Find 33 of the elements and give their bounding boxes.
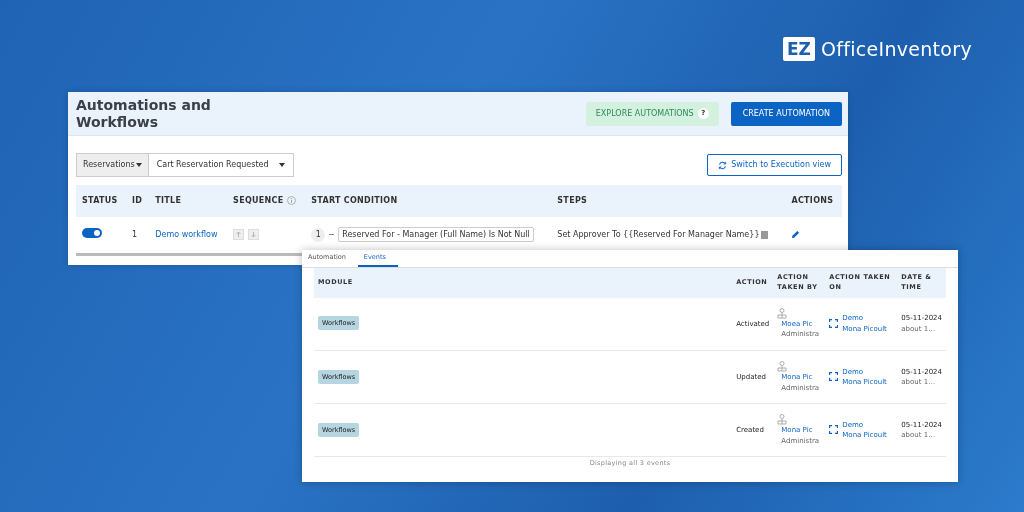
user-icon [777,307,788,319]
column-header: TITLE [149,185,228,217]
column-header: START CONDITION [305,185,552,217]
user-icon [777,361,788,372]
caret-icon [135,163,142,167]
filter-dropdown[interactable]: Reservations [76,153,149,177]
corners-icon [829,319,839,329]
caret-icon [278,163,285,167]
refresh-icon [718,160,728,170]
create-automation-button[interactable]: CREATE AUTOMATION [730,101,842,126]
steps-text: Set Approver To {{Reserved For Manager Name}} [557,230,760,239]
logo-name: OfficeInventory [820,37,972,62]
column-header: ACTIONS [785,185,842,217]
column-header: ID [126,185,150,217]
user-icon [777,414,788,425]
square-icon [761,230,769,239]
id-cell: 1 [126,217,150,255]
workflow-link[interactable]: Demo workflow [155,230,218,239]
filter-dropdown[interactable]: Cart Reservation Requested [148,153,294,177]
connector-line [329,234,335,235]
switch-view-button[interactable]: Switch to Execution view [707,154,842,176]
logo-mark: EZ [783,37,815,62]
column-header: STATUS [76,185,126,217]
condition-text: Reserved For - Manager (Full Name) Is Not Null [338,227,534,242]
column-header: STEPS [551,185,786,217]
info-icon [286,196,296,205]
page-title: Automations and Workflows [76,97,212,130]
edit-icon[interactable] [791,230,801,239]
toggle-switch[interactable] [82,228,102,238]
column-header: SEQUENCE [233,196,284,205]
corners-icon [829,372,839,382]
corners-icon [829,425,839,435]
condition-index: 1 [311,228,326,242]
